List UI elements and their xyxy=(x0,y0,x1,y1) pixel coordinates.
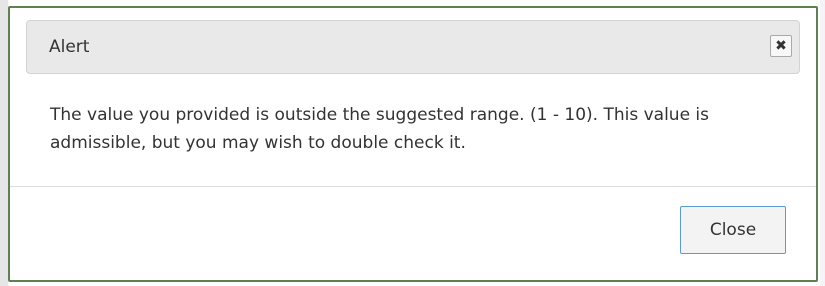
close-icon[interactable]: ✖ xyxy=(770,35,792,57)
alert-dialog: Alert ✖ The value you provided is outsid… xyxy=(8,6,818,282)
dialog-footer-divider xyxy=(10,186,816,187)
close-button[interactable]: Close xyxy=(680,206,786,254)
dialog-titlebar: Alert ✖ xyxy=(26,20,800,74)
alert-message: The value you provided is outside the su… xyxy=(50,105,710,153)
left-page-edge xyxy=(0,0,8,286)
right-page-edge xyxy=(820,0,825,286)
dialog-title: Alert xyxy=(49,37,90,57)
